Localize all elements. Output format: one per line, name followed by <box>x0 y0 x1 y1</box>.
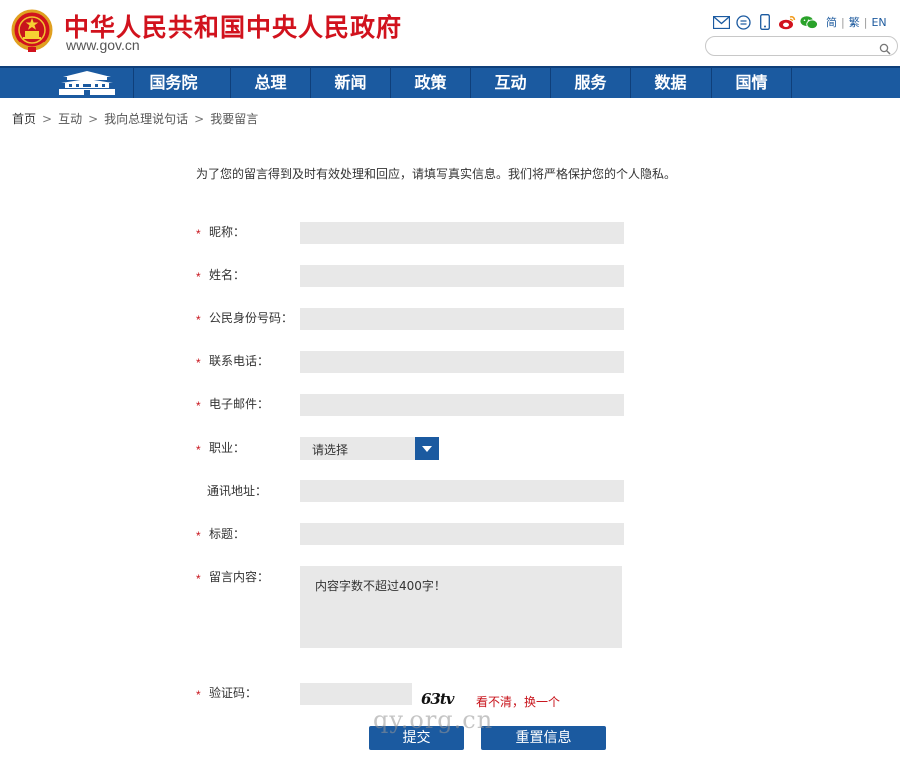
email-label: 电子邮件： <box>209 397 270 411</box>
header-tools: 简 | 繁 | EN <box>712 12 887 32</box>
message-content-placeholder: 内容字数不超过400字！ <box>315 579 446 593</box>
required-mark: * <box>196 529 201 543</box>
required-mark: * <box>196 443 201 457</box>
breadcrumb-current: 我要留言 <box>210 112 259 126</box>
name-label: 姓名： <box>209 268 246 282</box>
name-input[interactable] <box>300 265 624 287</box>
watermark: qy.org.cn <box>373 706 494 734</box>
phone-label: 联系电话： <box>209 354 270 368</box>
lang-divider: | <box>863 15 868 29</box>
lang-divider: | <box>841 15 845 29</box>
main-nav: 国务院 总理 新闻 政策 互动 服务 数据 国情 <box>0 66 900 98</box>
site-url: www.gov.cn <box>66 37 140 53</box>
national-emblem-icon[interactable] <box>11 9 53 53</box>
tiananmen-icon[interactable] <box>55 70 119 96</box>
message-content-label: 留言内容： <box>209 570 270 584</box>
nav-item-zhengce[interactable]: 政策 <box>390 68 470 98</box>
required-mark: * <box>196 227 201 241</box>
breadcrumb-home[interactable]: 首页 <box>12 110 36 127</box>
required-mark: * <box>196 356 201 370</box>
required-mark: * <box>196 572 201 586</box>
url-suffix: .cn <box>121 37 140 53</box>
wechat-icon[interactable] <box>800 14 818 30</box>
nav-item-guowuyuan[interactable]: 国务院 <box>133 68 213 98</box>
breadcrumb-interact[interactable]: 互动 <box>58 110 82 127</box>
phone-input[interactable] <box>300 351 624 373</box>
message-content-textarea[interactable]: 内容字数不超过400字！ <box>300 566 622 648</box>
email-input[interactable] <box>300 394 624 416</box>
breadcrumb-separator: > <box>42 111 53 126</box>
occupation-select[interactable]: 请选择 <box>300 437 439 460</box>
mobile-icon[interactable] <box>756 14 774 30</box>
lang-simplified[interactable]: 简 <box>826 14 837 30</box>
required-mark: * <box>196 313 201 327</box>
url-domain: gov <box>99 37 121 53</box>
nickname-input[interactable] <box>300 222 624 244</box>
id-number-input[interactable] <box>300 308 624 330</box>
address-label: 通讯地址： <box>207 484 268 498</box>
breadcrumb-separator: > <box>194 111 205 126</box>
occupation-label: 职业： <box>209 441 246 455</box>
nav-item-guoqing[interactable]: 国情 <box>711 68 791 98</box>
lang-traditional[interactable]: 繁 <box>849 14 860 30</box>
required-mark: * <box>196 270 201 284</box>
nav-item-fuwu[interactable]: 服务 <box>550 68 630 98</box>
breadcrumb: 首页 > 互动 > 我向总理说句话 > 我要留言 <box>12 110 258 127</box>
site-header: 中华人民共和国中央人民政府 www.gov.cn 简 | 繁 | EN <box>0 0 900 66</box>
chevron-down-icon[interactable] <box>415 437 439 460</box>
nav-item-shuju[interactable]: 数据 <box>630 68 710 98</box>
privacy-notice: 为了您的留言得到及时有效处理和回应，请填写真实信息。我们将严格保护您的个人隐私。 <box>196 167 677 181</box>
breadcrumb-separator: > <box>88 111 99 126</box>
captcha-label: 验证码： <box>209 686 258 700</box>
captcha-input[interactable] <box>300 683 412 705</box>
subject-input[interactable] <box>300 523 624 545</box>
required-mark: * <box>196 688 201 702</box>
breadcrumb-talk-to-premier[interactable]: 我向总理说句话 <box>104 110 188 127</box>
mail-icon[interactable] <box>712 14 730 30</box>
address-input[interactable] <box>300 480 624 502</box>
id-number-label: 公民身份号码： <box>209 311 294 325</box>
nickname-label: 昵称： <box>209 225 246 239</box>
nav-item-hudong[interactable]: 互动 <box>470 68 550 98</box>
required-mark: * <box>196 399 201 413</box>
nav-item-zongli[interactable]: 总理 <box>230 68 310 98</box>
subject-label: 标题： <box>209 527 246 541</box>
nav-divider <box>791 68 792 98</box>
search-icon[interactable] <box>879 40 891 55</box>
weibo-icon[interactable] <box>778 14 796 30</box>
nav-item-xinwen[interactable]: 新闻 <box>310 68 390 98</box>
occupation-selected-value: 请选择 <box>312 443 349 457</box>
search-input[interactable] <box>705 36 898 56</box>
url-prefix: www. <box>66 37 100 53</box>
reset-button[interactable]: 重置信息 <box>481 726 606 750</box>
lang-english[interactable]: EN <box>871 16 886 29</box>
message-icon[interactable] <box>734 14 752 30</box>
